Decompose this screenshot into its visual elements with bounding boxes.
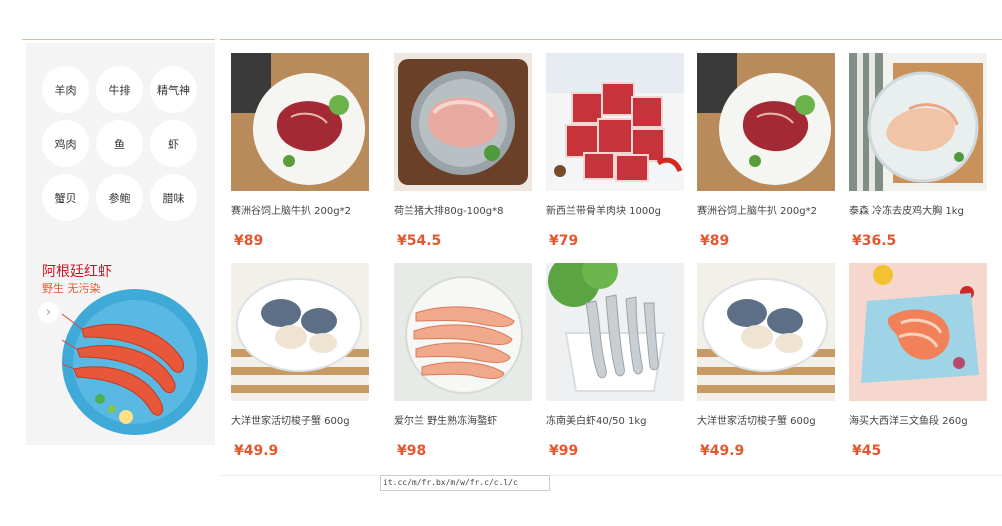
product-card[interactable]: 赛洲谷饲上脑牛扒 200g*2 ¥89 — [686, 43, 836, 253]
category-steak[interactable]: 牛排 — [96, 66, 143, 113]
lamb-cubes-image — [546, 53, 684, 191]
white-shrimp-image — [546, 263, 684, 401]
product-title[interactable]: 爱尔兰 野生熟冻海螯虾 — [394, 412, 539, 427]
product-title[interactable]: 冻南美白虾40/50 1kg — [546, 412, 691, 427]
status-url-tooltip: it.cc/m/fr.bx/m/w/fr.c/c.l/c — [380, 475, 550, 491]
chicken-breast-image — [849, 53, 987, 191]
promo-red-shrimp-image[interactable] — [62, 289, 208, 435]
product-card[interactable]: 荷兰猪大排80g-100g*8 ¥54.5 — [383, 43, 533, 253]
category-jingqishen[interactable]: 精气神 — [150, 66, 197, 113]
product-title[interactable]: 大洋世家活切梭子蟹 600g — [231, 412, 376, 427]
product-price: ¥99 — [549, 443, 579, 459]
product-title[interactable]: 海买大西洋三文鱼段 260g — [849, 412, 994, 427]
section-divider-right — [220, 39, 1002, 40]
product-price: ¥79 — [549, 233, 579, 249]
product-price: ¥45 — [852, 443, 882, 459]
carousel-next-button[interactable]: › — [38, 302, 59, 323]
crab-image — [697, 263, 835, 401]
product-title[interactable]: 泰森 冷冻去皮鸡大胸 1kg — [849, 202, 994, 217]
category-shrimp[interactable]: 虾 — [150, 120, 197, 167]
product-price: ¥36.5 — [852, 233, 897, 249]
product-price: ¥98 — [397, 443, 427, 459]
product-card[interactable]: 大洋世家活切梭子蟹 600g ¥49.9 — [220, 253, 370, 463]
product-card[interactable]: 大洋世家活切梭子蟹 600g ¥49.9 — [686, 253, 836, 463]
product-card[interactable]: 爱尔兰 野生熟冻海螯虾 ¥98 — [383, 253, 533, 463]
pork-chop-image — [394, 53, 532, 191]
beef-steak-image — [697, 53, 835, 191]
product-price: ¥89 — [700, 233, 730, 249]
product-card[interactable]: 海买大西洋三文鱼段 260g ¥45 — [838, 253, 988, 463]
section-divider-left — [22, 39, 215, 40]
product-title[interactable]: 荷兰猪大排80g-100g*8 — [394, 202, 539, 217]
product-grid: 赛洲谷饲上脑牛扒 200g*2 ¥89 荷兰猪大排80g-100g*8 ¥54.… — [220, 43, 1002, 475]
product-title[interactable]: 新西兰带骨羊肉块 1000g — [546, 202, 691, 217]
category-sidebar: 羊肉 牛排 精气神 鸡肉 鱼 虾 蟹贝 参鲍 腊味 阿根廷红虾 野生 无污染 › — [26, 43, 215, 445]
product-title[interactable]: 赛洲谷饲上脑牛扒 200g*2 — [697, 202, 842, 217]
salmon-image — [849, 263, 987, 401]
grid-bottom-divider — [220, 475, 1002, 476]
product-card[interactable]: 冻南美白虾40/50 1kg ¥99 — [535, 253, 685, 463]
product-price: ¥89 — [234, 233, 264, 249]
product-price: ¥49.9 — [700, 443, 745, 459]
category-lamb[interactable]: 羊肉 — [42, 66, 89, 113]
category-cured-meat[interactable]: 腊味 — [150, 174, 197, 221]
product-card[interactable]: 新西兰带骨羊肉块 1000g ¥79 — [535, 43, 685, 253]
product-price: ¥49.9 — [234, 443, 279, 459]
product-price: ¥54.5 — [397, 233, 442, 249]
product-title[interactable]: 大洋世家活切梭子蟹 600g — [697, 412, 842, 427]
category-sea-cucumber-abalone[interactable]: 参鲍 — [96, 174, 143, 221]
category-crab-shellfish[interactable]: 蟹贝 — [42, 174, 89, 221]
product-title[interactable]: 赛洲谷饲上脑牛扒 200g*2 — [231, 202, 376, 217]
promo-title[interactable]: 阿根廷红虾 — [42, 261, 112, 281]
category-chicken[interactable]: 鸡肉 — [42, 120, 89, 167]
langoustine-image — [394, 263, 532, 401]
crab-image — [231, 263, 369, 401]
product-card[interactable]: 赛洲谷饲上脑牛扒 200g*2 ¥89 — [220, 43, 370, 253]
category-fish[interactable]: 鱼 — [96, 120, 143, 167]
beef-steak-image — [231, 53, 369, 191]
product-card[interactable]: 泰森 冷冻去皮鸡大胸 1kg ¥36.5 — [838, 43, 988, 253]
